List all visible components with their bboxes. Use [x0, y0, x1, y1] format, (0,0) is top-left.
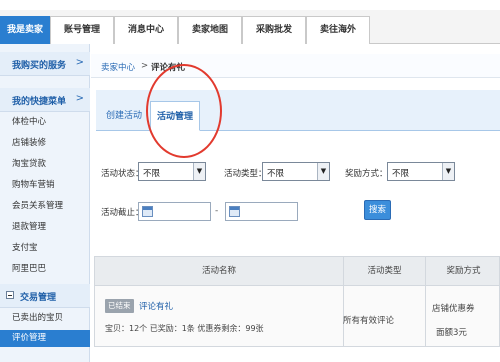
sidebar-section-trade[interactable]: 交易管理	[0, 284, 90, 308]
sidebar-item-shop-decor[interactable]: 店铺装修	[12, 137, 46, 149]
sidebar-section-label: 我的快捷菜单	[12, 97, 67, 107]
sidebar-section-label: 我购买的服务	[12, 61, 67, 71]
reward-cell-line1: 店铺优惠券	[432, 304, 475, 314]
tab-overseas[interactable]: 卖往海外	[306, 16, 370, 44]
sidebar-section-shortcuts[interactable]: 我的快捷菜单 >	[0, 88, 90, 112]
reward-cell-line2: 面额3元	[436, 328, 467, 338]
tab-messages[interactable]: 消息中心	[114, 16, 178, 44]
reward-select[interactable]: 不限 ▼	[387, 162, 455, 181]
sidebar-item-membership[interactable]: 会员关系管理	[12, 200, 63, 212]
activity-name-link[interactable]: 评论有礼	[139, 300, 173, 312]
breadcrumb-separator: >	[141, 61, 149, 71]
activity-type-cell: 所有有效评论	[343, 316, 395, 326]
date-range-separator: -	[215, 206, 219, 216]
dropdown-arrow-icon: ▼	[317, 163, 329, 180]
tab-wholesale[interactable]: 采购批发	[242, 16, 306, 44]
sidebar-item-sold-items[interactable]: 已卖出的宝贝	[12, 312, 63, 324]
column-header-reward: 奖励方式	[425, 257, 500, 285]
breadcrumb: 卖家中心 > 评论有礼	[91, 54, 500, 78]
sidebar-item-refunds[interactable]: 退款管理	[12, 221, 46, 233]
deadline-end-field[interactable]	[225, 202, 298, 221]
top-nav: 我是卖家 账号管理 消息中心 卖家地图 采购批发 卖往海外	[0, 10, 500, 44]
search-button[interactable]: 搜索	[364, 200, 391, 220]
dropdown-arrow-icon: ▼	[193, 163, 205, 180]
reward-label: 奖励方式：	[345, 169, 388, 179]
deadline-start-field[interactable]	[138, 202, 211, 221]
status-badge: 已结束	[105, 299, 134, 313]
calendar-icon[interactable]	[229, 206, 240, 217]
minus-icon	[6, 291, 14, 299]
tab-seller-map[interactable]: 卖家地图	[178, 16, 242, 44]
breadcrumb-root[interactable]: 卖家中心	[101, 61, 135, 73]
sidebar-item-reviews[interactable]: 评价管理	[0, 330, 90, 347]
column-header-type: 活动类型	[343, 257, 425, 285]
sidebar: 我购买的服务 > 我的快捷菜单 > 体检中心 店铺装修 淘宝贷款 购物车营销 会…	[0, 44, 90, 362]
highlight-circle	[146, 64, 222, 158]
status-select[interactable]: 不限 ▼	[138, 162, 206, 181]
chevron-right-icon: >	[75, 57, 84, 68]
sidebar-section-label: 交易管理	[20, 293, 57, 303]
sidebar-item-health-check[interactable]: 体检中心	[12, 116, 46, 128]
type-select[interactable]: 不限 ▼	[262, 162, 330, 181]
chevron-right-icon: >	[75, 93, 84, 104]
column-header-name: 活动名称	[201, 266, 236, 276]
tab-account[interactable]: 账号管理	[50, 16, 114, 44]
tab-create-activity[interactable]: 创建活动	[100, 101, 148, 131]
tab-seller[interactable]: 我是卖家	[0, 16, 50, 44]
reward-select-value: 不限	[392, 169, 410, 179]
sidebar-section-services[interactable]: 我购买的服务 >	[0, 52, 90, 76]
type-label: 活动类型：	[224, 169, 267, 179]
status-select-value: 不限	[143, 169, 161, 179]
activity-detail: 宝贝：12个 已奖励：1条 优惠券剩余：99张	[105, 324, 264, 333]
sidebar-item-loans[interactable]: 淘宝贷款	[12, 158, 46, 170]
calendar-icon[interactable]	[142, 206, 153, 217]
type-select-value: 不限	[267, 169, 285, 179]
sidebar-item-alipay[interactable]: 支付宝	[12, 242, 38, 254]
sidebar-item-cart-marketing[interactable]: 购物车营销	[12, 179, 55, 191]
dropdown-arrow-icon: ▼	[442, 163, 454, 180]
table-header: 活动名称 活动类型 奖励方式	[94, 256, 500, 286]
sidebar-item-alibaba[interactable]: 阿里巴巴	[12, 263, 46, 275]
